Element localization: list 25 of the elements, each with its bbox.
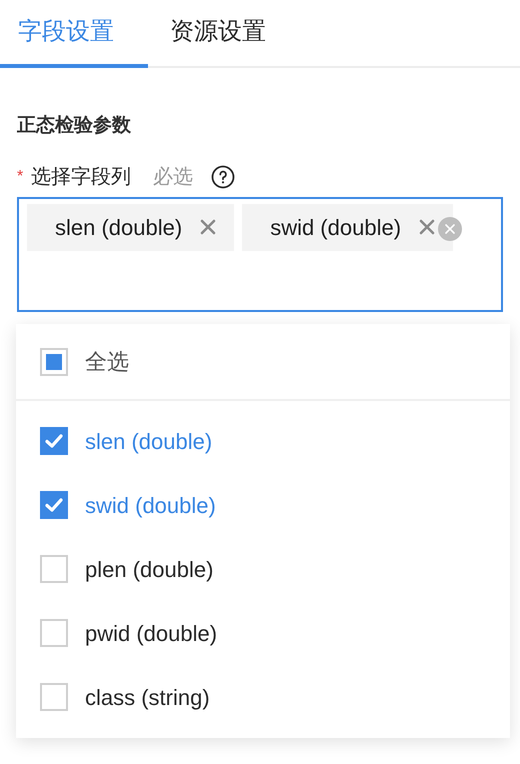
- checkbox[interactable]: [40, 555, 68, 583]
- option-label[interactable]: swid (double): [85, 488, 216, 522]
- option-label[interactable]: plen (double): [85, 552, 214, 586]
- field-hint: 必选: [153, 164, 194, 190]
- close-icon[interactable]: [419, 219, 436, 235]
- clear-icon[interactable]: [438, 216, 462, 240]
- field-label: 选择字段列: [31, 164, 132, 190]
- checkbox[interactable]: [40, 491, 68, 519]
- section-title: 正态检验参数: [17, 114, 132, 138]
- tag-label: swid (double): [270, 214, 402, 242]
- tab[interactable]: 资源设置: [148, 0, 288, 68]
- option-label[interactable]: class (string): [85, 680, 210, 714]
- checkbox[interactable]: [40, 619, 68, 647]
- multi-select-field[interactable]: slen (double) swid (double): [17, 196, 503, 312]
- close-icon[interactable]: [200, 219, 216, 235]
- select-all-label[interactable]: 全选: [85, 345, 129, 378]
- checkbox[interactable]: [40, 683, 68, 711]
- tab[interactable]: 字段设置: [0, 0, 148, 68]
- tag-label: slen (double): [55, 214, 182, 242]
- checkbox[interactable]: [40, 427, 68, 455]
- option-label[interactable]: pwid (double): [85, 616, 218, 650]
- option-label[interactable]: slen (double): [85, 424, 212, 458]
- help-icon[interactable]: [211, 164, 236, 188]
- required-mark: *: [17, 166, 24, 186]
- checkbox[interactable]: [40, 348, 68, 376]
